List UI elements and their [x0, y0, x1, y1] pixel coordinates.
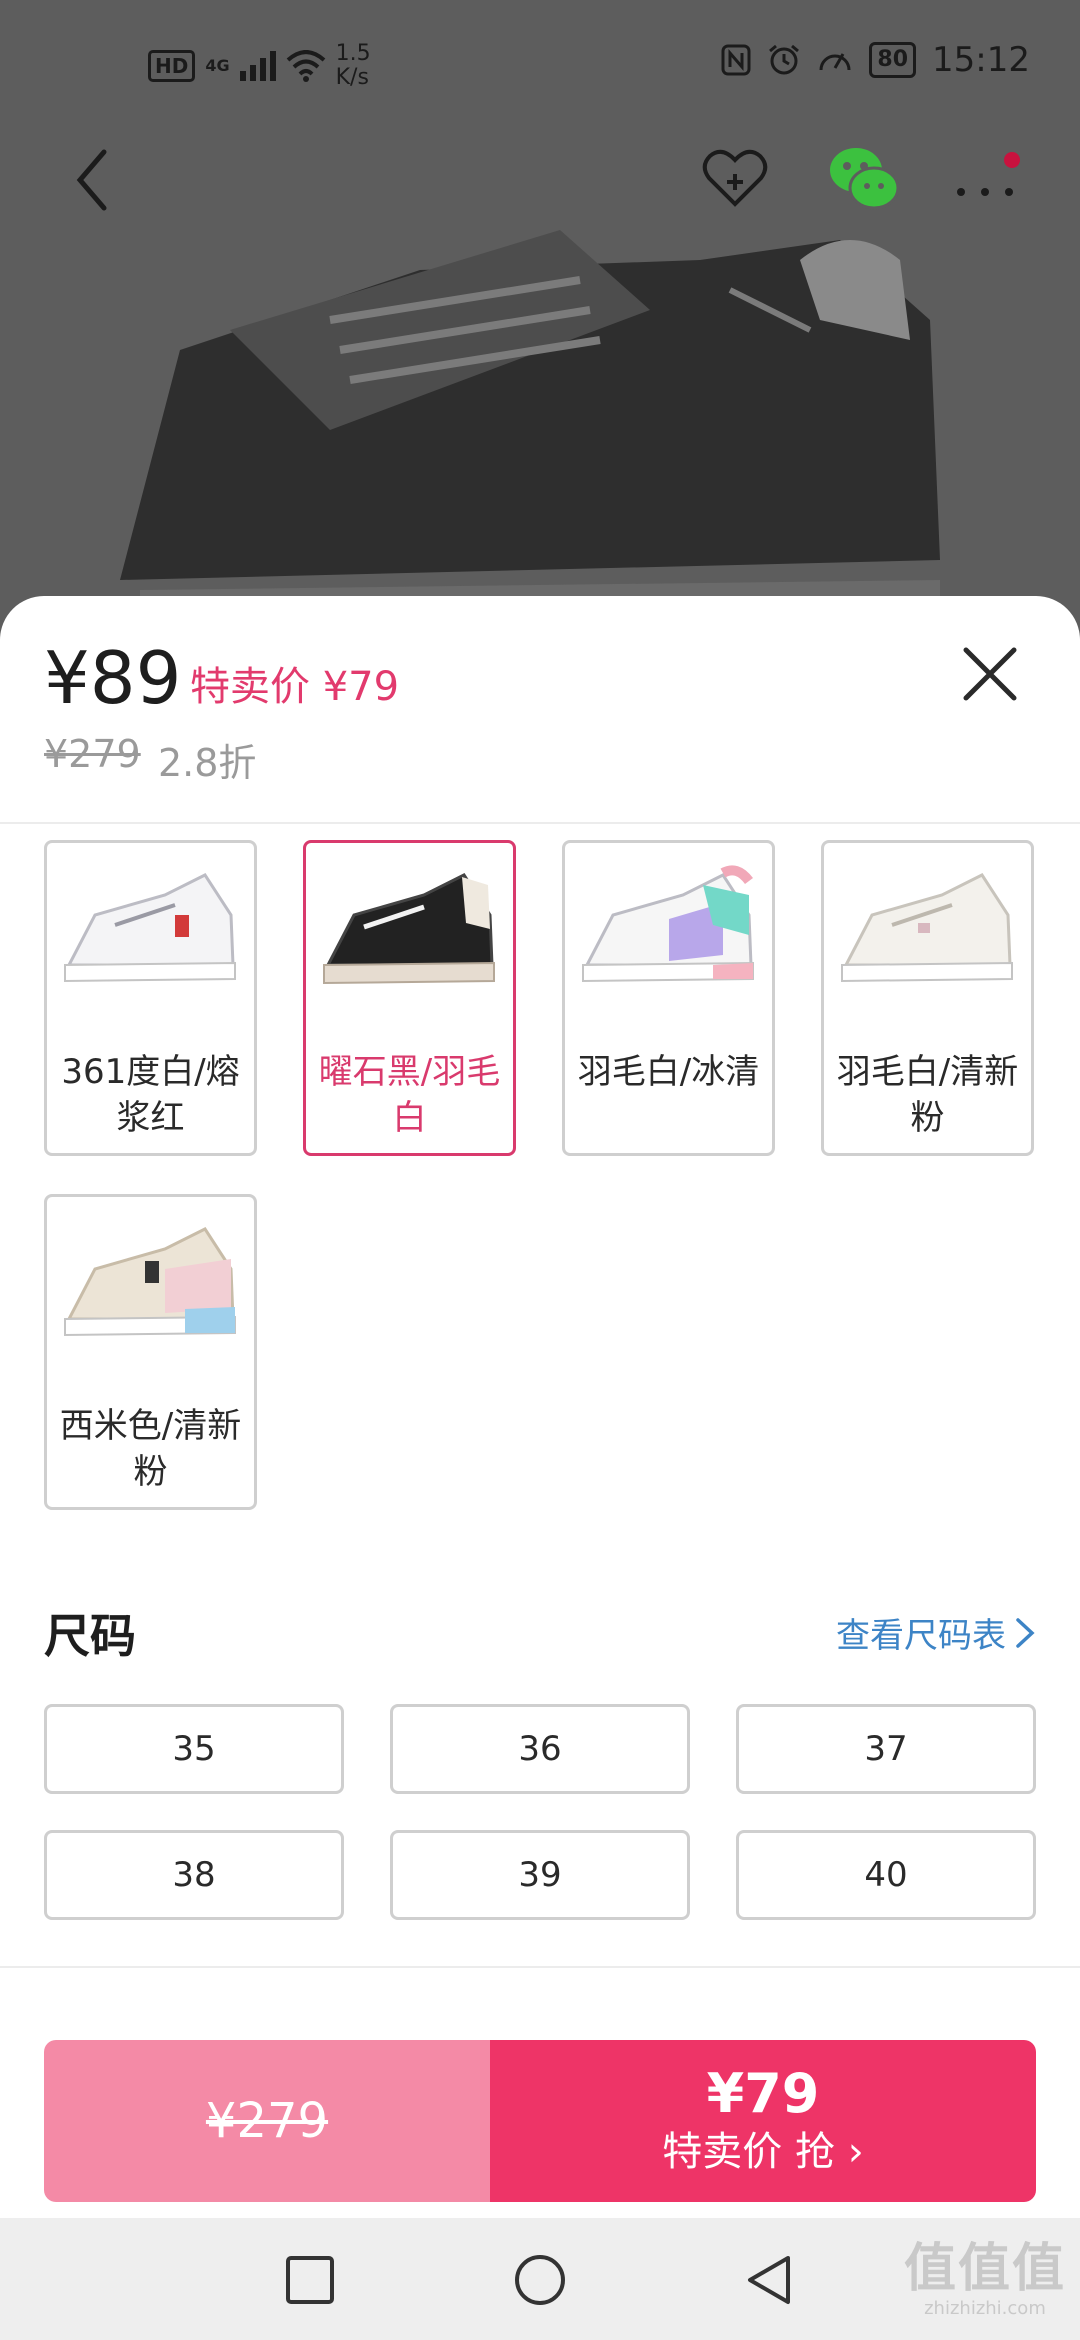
color-option[interactable]: 西米色/清新粉 — [44, 1194, 257, 1510]
sku-selector-sheet: ¥89 特卖价 ¥79 ¥279 2.8折 361度白/熔浆红 曜石黑/羽毛白 — [0, 596, 1080, 2218]
more-button[interactable] — [950, 152, 1020, 212]
close-icon[interactable] — [954, 638, 1026, 710]
color-option[interactable]: 羽毛白/冰清 — [562, 840, 775, 1156]
buy-sale-label: 特卖价 抢 › — [662, 2129, 864, 2175]
color-option-label: 361度白/熔浆红 — [61, 1052, 240, 1138]
speedometer-icon — [819, 53, 851, 71]
original-price: ¥279 — [44, 732, 141, 776]
network-type: 4G — [205, 56, 230, 75]
size-option[interactable]: 36 — [390, 1704, 690, 1794]
color-option-image — [64, 873, 236, 983]
hd-icon: HD — [148, 50, 196, 82]
nfc-icon — [721, 44, 751, 76]
system-nav-bar: 值值值 zhizhizhi.com — [0, 2218, 1080, 2340]
alarm-icon — [769, 44, 800, 75]
divider — [0, 822, 1080, 824]
buy-sale-price: ¥79 — [706, 2062, 820, 2125]
color-option-label: 羽毛白/冰清 — [577, 1052, 760, 1092]
current-price: ¥89 — [44, 636, 182, 720]
divider — [0, 1966, 1080, 1968]
clock: 15:12 — [932, 40, 1030, 80]
wifi-icon — [286, 50, 325, 82]
network-speed: 1.5 K/s — [335, 41, 371, 90]
size-chart-link-label: 查看尺码表 — [836, 1616, 1006, 1656]
battery-icon: 80 — [869, 42, 917, 78]
color-option-image — [582, 865, 754, 983]
discount-label: 2.8折 — [158, 741, 257, 785]
recent-apps-icon[interactable] — [280, 2250, 340, 2310]
back-nav-icon[interactable] — [740, 2250, 800, 2310]
color-option[interactable]: 羽毛白/清新粉 — [821, 840, 1034, 1156]
special-price-buy-button[interactable]: ¥79 特卖价 抢 › — [490, 2040, 1036, 2202]
color-option-image — [323, 873, 495, 985]
add-favorite-icon[interactable] — [700, 144, 770, 214]
color-option-label: 曜石黑/羽毛白 — [318, 1052, 501, 1138]
size-option[interactable]: 39 — [390, 1830, 690, 1920]
original-price-buy-button[interactable]: ¥279 — [44, 2040, 490, 2202]
color-option-image — [841, 873, 1013, 983]
color-option-selected[interactable]: 曜石黑/羽毛白 — [303, 840, 516, 1156]
back-icon[interactable] — [64, 140, 124, 220]
notification-dot — [1004, 152, 1020, 168]
color-option-image — [64, 1227, 236, 1337]
signal-icon — [239, 51, 276, 81]
color-option-label: 西米色/清新粉 — [59, 1406, 242, 1492]
special-price-label: 特卖价 ¥79 — [190, 664, 400, 710]
size-option[interactable]: 38 — [44, 1830, 344, 1920]
size-option[interactable]: 37 — [736, 1704, 1036, 1794]
wechat-share-icon[interactable] — [828, 144, 900, 214]
color-option-label: 羽毛白/清新粉 — [836, 1052, 1019, 1138]
product-image-area: HD 4G 1.5 K/s 80 15:12 — [0, 0, 1080, 640]
color-option[interactable]: 361度白/熔浆红 — [44, 840, 257, 1156]
size-option[interactable]: 40 — [736, 1830, 1036, 1920]
product-image — [120, 230, 940, 640]
size-section-title: 尺码 — [44, 1609, 136, 1663]
chevron-right-icon — [1016, 1617, 1035, 1648]
status-bar: HD 4G 1.5 K/s 80 15:12 — [0, 0, 1080, 132]
home-icon[interactable] — [510, 2250, 570, 2310]
size-chart-link[interactable]: 查看尺码表 — [836, 1608, 1036, 1657]
size-option[interactable]: 35 — [44, 1704, 344, 1794]
top-nav — [0, 130, 1080, 240]
watermark: 值值值 zhizhizhi.com — [903, 2239, 1066, 2319]
buy-bar: ¥279 ¥79 特卖价 抢 › — [44, 2040, 1036, 2202]
